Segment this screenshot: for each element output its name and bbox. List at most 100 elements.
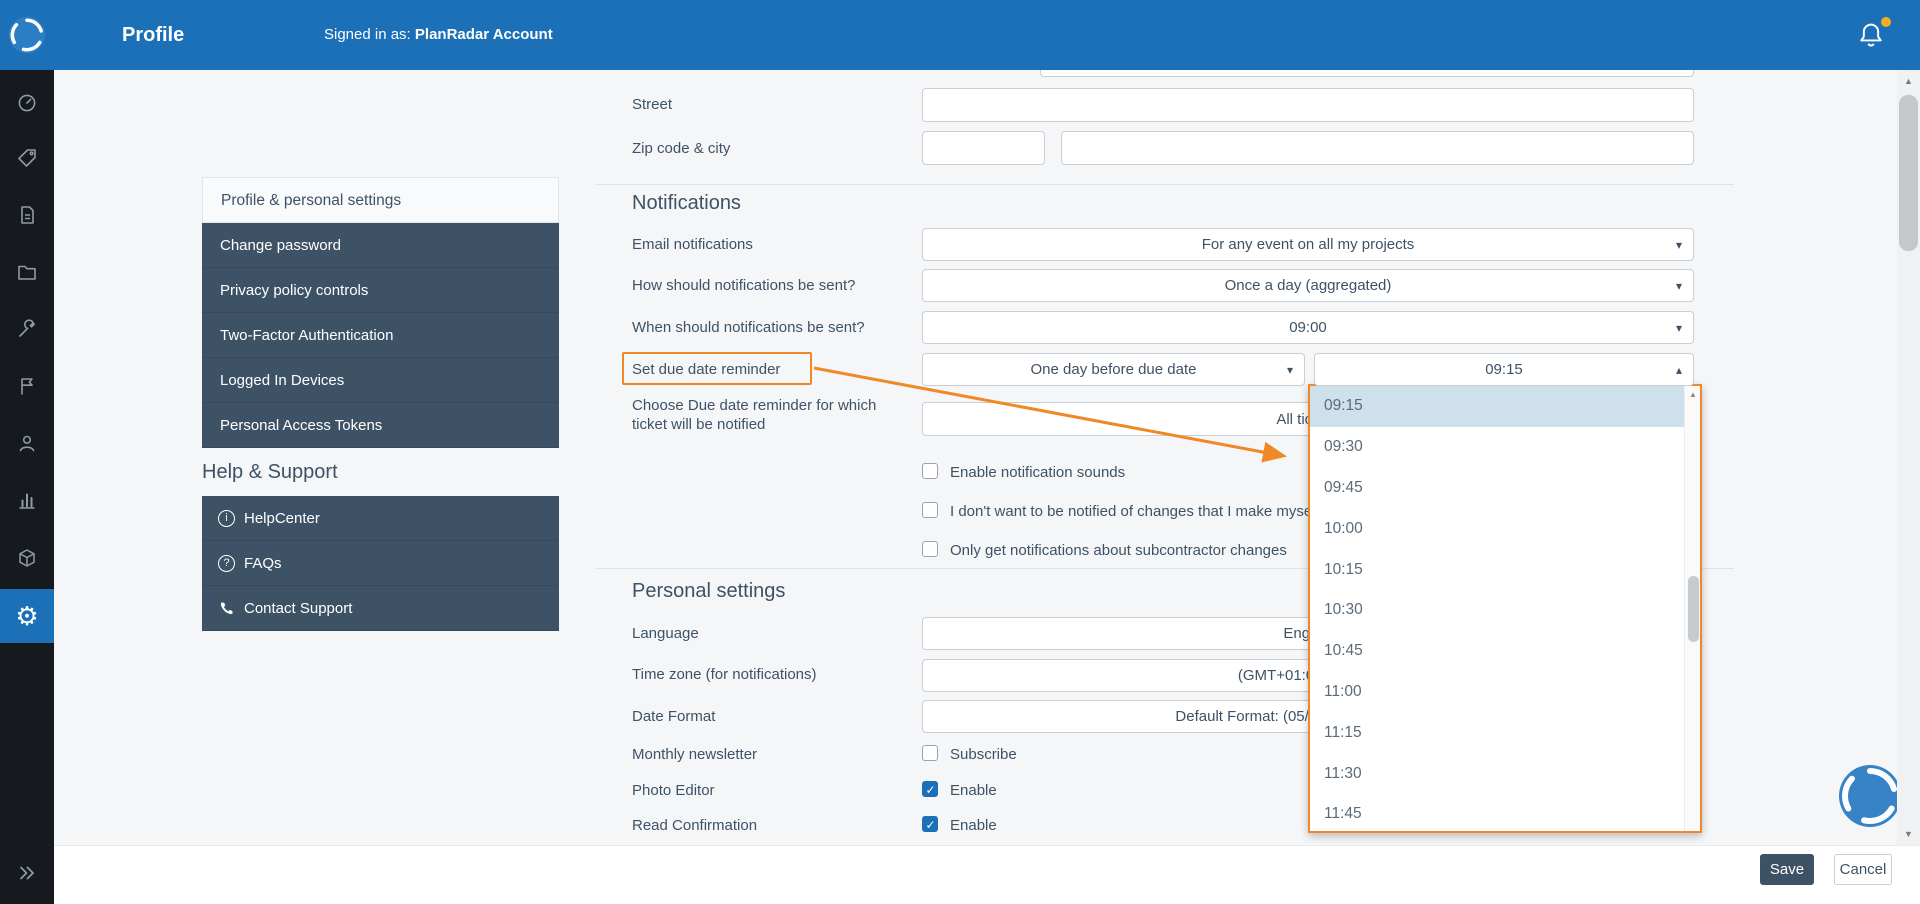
folder-icon[interactable]: [0, 249, 54, 295]
how-sent-label: How should notifications be sent?: [632, 277, 855, 294]
package-icon[interactable]: [0, 534, 54, 580]
settings-gear-icon[interactable]: ⚙: [0, 589, 54, 643]
scroll-up-icon[interactable]: ▲: [1685, 390, 1701, 399]
city-input[interactable]: [1061, 131, 1694, 165]
due-date-time-value: 09:15: [1485, 361, 1523, 378]
newsletter-checkbox-label: Subscribe: [950, 746, 1017, 763]
page-scrollbar-thumb[interactable]: [1899, 95, 1918, 251]
enable-sounds-label: Enable notification sounds: [950, 464, 1125, 481]
time-options-dropdown: 09:15 09:30 09:45 10:00 10:15 10:30 10:4…: [1308, 384, 1702, 833]
document-export-icon[interactable]: [0, 192, 54, 238]
time-option[interactable]: 11:30: [1310, 753, 1684, 794]
scroll-down-icon[interactable]: ▼: [1897, 829, 1920, 839]
language-label: Language: [632, 625, 699, 642]
help-support-heading: Help & Support: [202, 461, 338, 484]
read-confirmation-checkbox-label: Enable: [950, 817, 997, 834]
nav-faqs[interactable]: ? FAQs: [202, 541, 559, 586]
expand-sidebar-icon[interactable]: [0, 850, 54, 896]
section-divider: [595, 184, 1734, 185]
nav-profile-personal-settings[interactable]: Profile & personal settings: [202, 177, 559, 223]
top-header: Profile Signed in as: PlanRadar Account: [0, 0, 1920, 70]
notification-bell-icon[interactable]: [1856, 20, 1890, 54]
time-option[interactable]: 09:45: [1310, 468, 1684, 509]
newsletter-checkbox[interactable]: [922, 745, 938, 761]
read-confirmation-label: Read Confirmation: [632, 817, 757, 834]
tags-icon[interactable]: [0, 135, 54, 181]
timezone-label: Time zone (for notifications): [632, 666, 817, 683]
chevron-down-icon: [1676, 279, 1682, 293]
time-option[interactable]: 10:00: [1310, 508, 1684, 549]
contacts-icon[interactable]: [0, 420, 54, 466]
settings-nav: Profile & personal settings Change passw…: [202, 177, 559, 448]
newsletter-label: Monthly newsletter: [632, 746, 757, 763]
contact-support-label: Contact Support: [244, 600, 352, 617]
how-sent-select[interactable]: Once a day (aggregated): [922, 269, 1694, 302]
faqs-label: FAQs: [244, 555, 282, 572]
nav-personal-access-tokens[interactable]: Personal Access Tokens: [202, 403, 559, 448]
time-option[interactable]: 09:30: [1310, 427, 1684, 468]
time-option[interactable]: 11:00: [1310, 672, 1684, 713]
subcontractor-only-checkbox[interactable]: [922, 541, 938, 557]
save-button[interactable]: Save: [1760, 854, 1814, 885]
no-self-notify-checkbox[interactable]: [922, 502, 938, 518]
nav-change-password[interactable]: Change password: [202, 223, 559, 268]
no-self-notify-label: I don't want to be notified of changes t…: [950, 503, 1370, 520]
time-option[interactable]: 11:45: [1310, 794, 1684, 833]
gear-glyph: ⚙: [15, 603, 38, 629]
signed-in-prefix: Signed in as:: [324, 26, 415, 43]
street-input[interactable]: [922, 88, 1694, 122]
time-option[interactable]: 10:45: [1310, 631, 1684, 672]
phone-icon: [218, 600, 235, 617]
nav-logged-in-devices[interactable]: Logged In Devices: [202, 358, 559, 403]
signed-in-text: Signed in as: PlanRadar Account: [324, 0, 553, 70]
when-sent-value: 09:00: [1289, 319, 1327, 336]
planradar-swirl-icon: [7, 15, 47, 55]
time-option[interactable]: 10:30: [1310, 590, 1684, 631]
zip-city-label: Zip code & city: [632, 140, 730, 157]
read-confirmation-checkbox[interactable]: [922, 816, 938, 832]
email-notifications-value: For any event on all my projects: [1202, 236, 1415, 253]
photo-editor-checkbox[interactable]: [922, 781, 938, 797]
when-sent-label: When should notifications be sent?: [632, 319, 865, 336]
chevron-down-icon: [1676, 321, 1682, 335]
enable-sounds-checkbox[interactable]: [922, 463, 938, 479]
scroll-up-icon[interactable]: ▲: [1897, 76, 1920, 86]
nav-helpcenter[interactable]: i HelpCenter: [202, 496, 559, 541]
due-date-reminder-value: One day before due date: [1031, 361, 1197, 378]
account-name: PlanRadar Account: [415, 26, 553, 43]
chevron-down-icon: [1676, 238, 1682, 252]
email-notifications-select[interactable]: For any event on all my projects: [922, 228, 1694, 261]
planradar-logo-icon[interactable]: [0, 0, 54, 70]
time-option[interactable]: 10:15: [1310, 549, 1684, 590]
page-scrollbar: ▲ ▼: [1897, 70, 1920, 845]
when-sent-select[interactable]: 09:00: [922, 311, 1694, 344]
photo-editor-checkbox-label: Enable: [950, 782, 997, 799]
time-option[interactable]: 11:15: [1310, 712, 1684, 753]
nav-contact-support[interactable]: Contact Support: [202, 586, 559, 631]
street-label: Street: [632, 96, 672, 113]
tools-icon[interactable]: [0, 306, 54, 352]
due-date-reminder-label: Set due date reminder: [632, 361, 780, 378]
statistics-icon[interactable]: [0, 477, 54, 523]
due-date-reminder-select[interactable]: One day before due date: [922, 353, 1305, 386]
time-option[interactable]: 09:15: [1310, 386, 1684, 427]
zip-input[interactable]: [922, 131, 1045, 165]
dropdown-scrollbar: ▲: [1684, 386, 1700, 831]
due-date-time-select[interactable]: 09:15: [1314, 353, 1694, 386]
help-nav: i HelpCenter ? FAQs Contact Support: [202, 496, 559, 631]
date-format-label: Date Format: [632, 708, 715, 725]
app-root: Profile Signed in as: PlanRadar Account: [0, 0, 1920, 904]
personal-settings-section-title: Personal settings: [632, 580, 785, 603]
subcontractor-only-label: Only get notifications about subcontract…: [950, 542, 1370, 559]
page-title: Profile: [122, 0, 184, 70]
dropdown-scrollbar-thumb[interactable]: [1688, 576, 1699, 642]
nav-two-factor-authentication[interactable]: Two-Factor Authentication: [202, 313, 559, 358]
cancel-button[interactable]: Cancel: [1834, 854, 1892, 885]
how-sent-value: Once a day (aggregated): [1225, 277, 1392, 294]
email-notifications-label: Email notifications: [632, 236, 753, 253]
dashboard-icon[interactable]: [0, 80, 54, 126]
flag-icon[interactable]: [0, 363, 54, 409]
question-icon: ?: [218, 555, 235, 572]
nav-privacy-policy-controls[interactable]: Privacy policy controls: [202, 268, 559, 313]
planradar-watermark-icon: [1836, 762, 1904, 830]
